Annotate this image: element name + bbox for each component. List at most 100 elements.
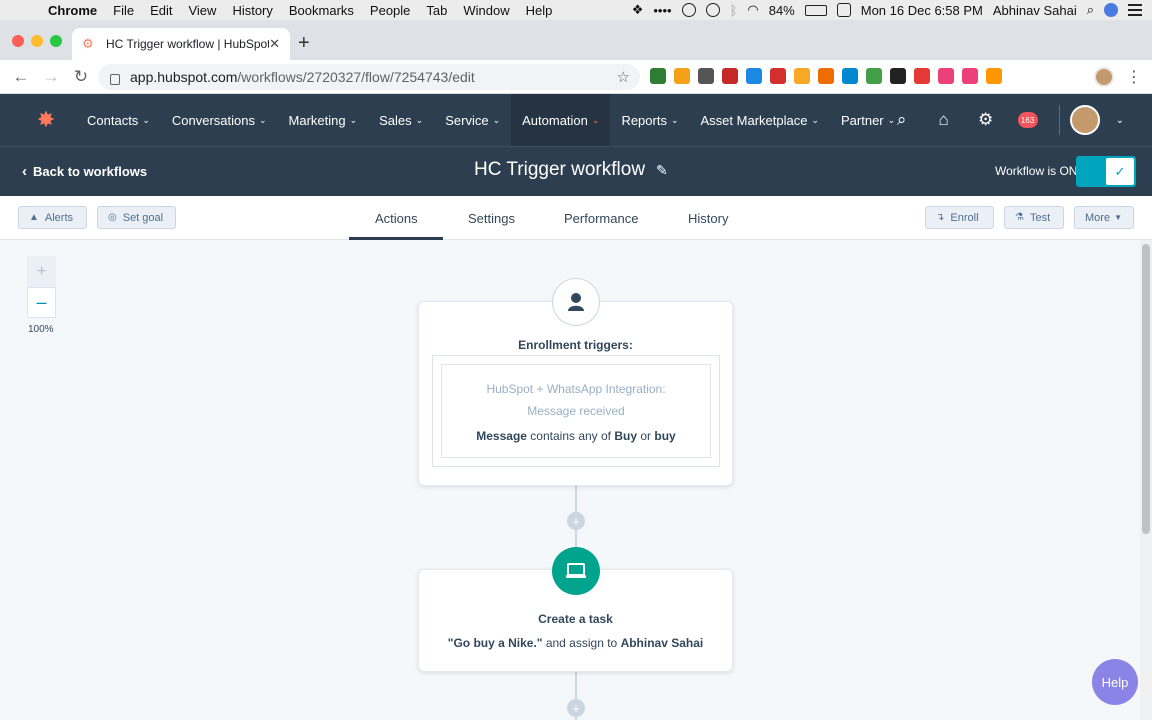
- chevron-down-icon[interactable]: ⌄: [1116, 115, 1124, 126]
- trigger-filter[interactable]: HubSpot + WhatsApp Integration: Message …: [441, 364, 711, 458]
- task-name: "Go buy a Nike.": [447, 636, 543, 650]
- bookmark-star-icon[interactable]: ☆: [617, 68, 630, 86]
- gear-icon[interactable]: ⚙: [965, 110, 1007, 130]
- extension-icon[interactable]: [770, 68, 786, 84]
- extension-icon[interactable]: [914, 68, 930, 84]
- tab-history[interactable]: History: [688, 196, 728, 240]
- forward-arrow-icon[interactable]: →: [36, 67, 66, 87]
- back-to-workflows-link[interactable]: ‹ Back to workflows: [22, 163, 147, 180]
- user-avatar[interactable]: [1069, 105, 1100, 135]
- extension-icon[interactable]: [722, 68, 738, 84]
- extension-icon[interactable]: [986, 68, 1002, 84]
- menu-edit[interactable]: Edit: [142, 3, 180, 18]
- flask-icon: ⚗: [1015, 212, 1024, 223]
- enrollment-trigger-card[interactable]: Enrollment triggers: HubSpot + WhatsApp …: [418, 301, 733, 486]
- extension-icon[interactable]: [890, 68, 906, 84]
- extension-icon[interactable]: [818, 68, 834, 84]
- chevron-down-icon: ⌄: [670, 114, 679, 125]
- extension-icon[interactable]: [746, 68, 762, 84]
- nav-service[interactable]: Service ⌄: [434, 94, 511, 146]
- enroll-button[interactable]: ↴ Enroll: [925, 206, 994, 229]
- clock-icon[interactable]: [705, 3, 720, 17]
- close-window-icon[interactable]: [12, 35, 24, 47]
- extension-icon[interactable]: [698, 68, 714, 84]
- nav-reports[interactable]: Reports ⌄: [610, 94, 689, 146]
- nav-label: Contacts: [87, 112, 139, 128]
- extension-icon[interactable]: [674, 68, 690, 84]
- extension-icon[interactable]: [866, 68, 882, 84]
- dots-icon[interactable]: ••••: [653, 3, 671, 18]
- nav-label: Conversations: [171, 112, 255, 128]
- input-source-icon[interactable]: [836, 3, 851, 17]
- vertical-scrollbar-thumb[interactable]: [1142, 244, 1150, 534]
- wifi-icon[interactable]: ◠: [747, 2, 758, 18]
- nav-sales[interactable]: Sales ⌄: [368, 94, 434, 146]
- siri-icon[interactable]: [1104, 3, 1118, 17]
- menu-people[interactable]: People: [362, 3, 418, 18]
- extension-icon[interactable]: [794, 68, 810, 84]
- menu-view[interactable]: View: [180, 3, 224, 18]
- nav-label: Sales: [379, 112, 412, 128]
- extension-icon[interactable]: [650, 68, 666, 84]
- minimize-window-icon[interactable]: [31, 35, 43, 47]
- menu-help[interactable]: Help: [518, 3, 561, 18]
- set-goal-button[interactable]: ◎ Set goal: [97, 206, 176, 229]
- workflow-on-toggle[interactable]: ✓: [1076, 156, 1136, 187]
- alerts-label: Alerts: [44, 211, 74, 224]
- extension-icon[interactable]: [962, 68, 978, 84]
- notifications-button[interactable]: 163: [1007, 112, 1049, 128]
- browser-tab[interactable]: ⚙ HC Trigger workflow | HubSpot ✕: [72, 28, 290, 60]
- trigger-condition: Message contains any of Buy or buy: [442, 425, 710, 447]
- menu-app-name[interactable]: Chrome: [40, 3, 105, 18]
- tab-settings[interactable]: Settings: [468, 196, 515, 240]
- extension-icon[interactable]: [842, 68, 858, 84]
- menu-history[interactable]: History: [224, 3, 280, 18]
- chrome-menu-icon[interactable]: ⋮: [1126, 67, 1142, 87]
- nav-contacts[interactable]: Contacts ⌄: [76, 94, 161, 146]
- notification-center-icon[interactable]: [1128, 4, 1142, 16]
- zoom-in-button[interactable]: +: [27, 256, 56, 287]
- status-circle-icon[interactable]: [681, 3, 696, 17]
- tab-actions[interactable]: Actions: [375, 196, 418, 240]
- dropbox-icon[interactable]: ❖: [632, 2, 644, 18]
- trigger-filter-group: HubSpot + WhatsApp Integration: Message …: [432, 355, 720, 467]
- new-tab-icon[interactable]: +: [298, 32, 310, 55]
- back-arrow-icon[interactable]: ←: [6, 67, 36, 87]
- address-bar[interactable]: app.hubspot.com/workflows/2720327/flow/7…: [98, 64, 640, 90]
- menu-tab[interactable]: Tab: [418, 3, 455, 18]
- extension-icon[interactable]: [938, 68, 954, 84]
- help-button[interactable]: Help: [1092, 659, 1138, 705]
- test-button[interactable]: ⚗ Test: [1004, 206, 1064, 229]
- zoom-out-button[interactable]: –: [27, 287, 56, 318]
- nav-automation[interactable]: Automation ⌄: [511, 94, 611, 146]
- more-button[interactable]: More ▼: [1074, 206, 1134, 229]
- menu-bookmarks[interactable]: Bookmarks: [281, 3, 362, 18]
- nav-asset-marketplace[interactable]: Asset Marketplace ⌄: [690, 94, 830, 146]
- trigger-source: HubSpot + WhatsApp Integration:: [486, 382, 666, 396]
- warning-icon: ▲: [29, 212, 39, 223]
- menubar-datetime[interactable]: Mon 16 Dec 6:58 PM: [861, 3, 983, 18]
- chrome-profile-avatar[interactable]: [1094, 67, 1114, 87]
- menu-file[interactable]: File: [105, 3, 142, 18]
- tab-performance[interactable]: Performance: [564, 196, 638, 240]
- search-icon[interactable]: ⌕: [881, 110, 923, 130]
- add-action-button[interactable]: +: [567, 512, 585, 530]
- reload-icon[interactable]: ↻: [66, 67, 96, 87]
- add-action-button[interactable]: +: [567, 699, 585, 717]
- battery-icon[interactable]: [804, 4, 827, 16]
- bluetooth-icon[interactable]: ᛒ: [730, 3, 738, 18]
- workflow-header: ‹ Back to workflows HC Trigger workflow ✎…: [0, 146, 1152, 196]
- zoom-window-icon[interactable]: [50, 35, 62, 47]
- hubspot-logo-icon[interactable]: ✸: [16, 94, 76, 146]
- spotlight-icon[interactable]: ⌕: [1087, 2, 1094, 18]
- enroll-icon: ↴: [936, 212, 945, 223]
- menu-window[interactable]: Window: [455, 3, 517, 18]
- close-tab-icon[interactable]: ✕: [269, 36, 280, 52]
- edit-pencil-icon[interactable]: ✎: [656, 162, 668, 179]
- macos-menubar: Chrome File Edit View History Bookmarks …: [0, 0, 1152, 20]
- marketplace-icon[interactable]: ⌂: [923, 110, 965, 130]
- alerts-button[interactable]: ▲ Alerts: [18, 206, 87, 229]
- nav-marketing[interactable]: Marketing ⌄: [278, 94, 369, 146]
- nav-conversations[interactable]: Conversations ⌄: [161, 94, 278, 146]
- menubar-user[interactable]: Abhinav Sahai: [993, 3, 1077, 18]
